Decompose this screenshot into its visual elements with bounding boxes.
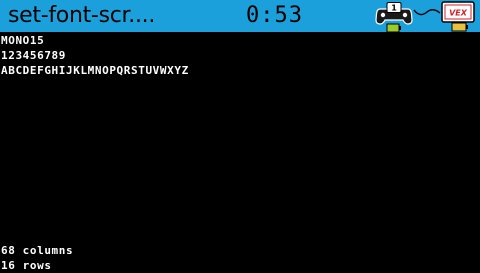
program-name[interactable]: set-font-scr.... (8, 0, 155, 32)
link-icon (413, 9, 441, 16)
font-name-line: MONO15 (1, 34, 45, 47)
top-bar: set-font-scr.... 0:53 1 VEX (0, 0, 480, 33)
rows-line: 16 rows (1, 259, 52, 272)
console-screen: MONO15 123456789 ABCDEFGHIJKLMNOPQRSTUVW… (0, 32, 480, 272)
digits-line: 123456789 (1, 49, 67, 62)
controller-number: 1 (391, 4, 397, 13)
controller-battery-icon (386, 23, 400, 33)
brain-label: VEX (449, 9, 468, 18)
brain-icon: VEX (441, 1, 475, 32)
columns-line: 68 columns (1, 244, 74, 257)
program-timer: 0:53 (246, 3, 303, 28)
brain-status[interactable]: VEX (440, 1, 476, 32)
brain-battery-icon (451, 22, 467, 32)
alphabet-line: ABCDEFGHIJKLMNOPQRSTUVWXYZ (1, 64, 189, 77)
controller-icon: 1 (375, 2, 413, 33)
controller-status[interactable]: 1 (375, 1, 413, 33)
